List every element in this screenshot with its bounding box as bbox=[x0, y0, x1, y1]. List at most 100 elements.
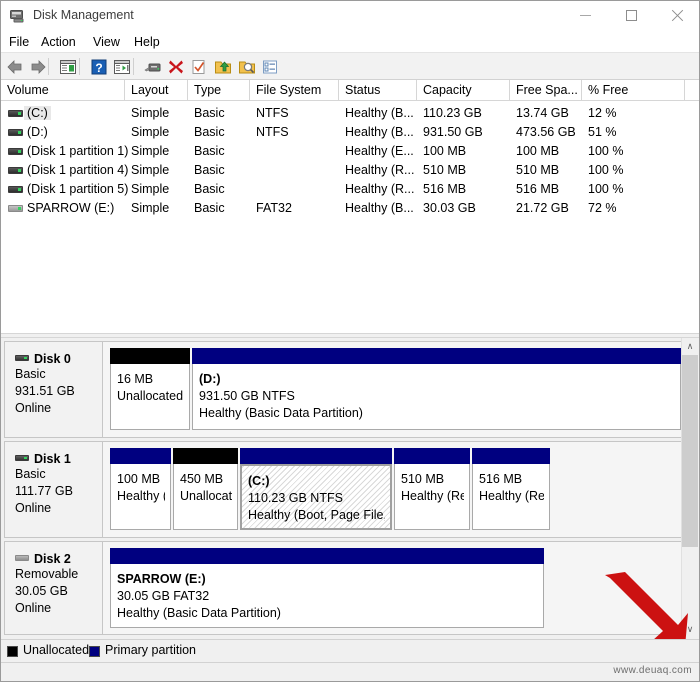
delete-icon bbox=[169, 60, 183, 74]
partition-d[interactable]: (D:) 931.50 GB NTFS Healthy (Basic Data … bbox=[192, 348, 681, 430]
window-title: Disk Management bbox=[33, 8, 134, 22]
volume-type: Basic bbox=[194, 201, 225, 215]
partition-unallocated[interactable]: 450 MB Unallocated bbox=[173, 448, 238, 530]
disk-label-disk-2[interactable]: Disk 2 Removable 30.05 GB Online bbox=[5, 542, 103, 634]
menu-action[interactable]: Action bbox=[35, 34, 82, 50]
column-header-capacity[interactable]: Capacity bbox=[417, 80, 510, 101]
column-header-free-space[interactable]: Free Spa... bbox=[510, 80, 582, 101]
disk-size: 30.05 GB bbox=[15, 584, 68, 598]
list-view-button[interactable] bbox=[260, 57, 280, 77]
partition-disk1-p1[interactable]: 100 MB Healthy ( bbox=[110, 448, 171, 530]
partition-disk1-p4[interactable]: 510 MB Healthy (Recc bbox=[394, 448, 470, 530]
partition-color-bar bbox=[394, 448, 470, 464]
disk-type: Removable bbox=[15, 567, 79, 581]
partition-disk1-p5[interactable]: 516 MB Healthy (Reco bbox=[472, 448, 550, 530]
toolbar-separator bbox=[79, 58, 80, 75]
volume-free: 516 MB bbox=[516, 182, 560, 196]
graphical-pane-scrollbar[interactable]: ∧ ∨ bbox=[681, 338, 698, 638]
table-row[interactable]: (C:) Simple Basic NTFS Healthy (B... 110… bbox=[1, 104, 699, 123]
partition-status: Healthy (Basic Data Partition) bbox=[199, 406, 363, 420]
table-row[interactable]: SPARROW (E:) Simple Basic FAT32 Healthy … bbox=[1, 199, 699, 218]
scrollbar-thumb[interactable] bbox=[682, 355, 698, 547]
column-header-percent-free[interactable]: % Free bbox=[582, 80, 685, 101]
properties-icon bbox=[144, 63, 161, 72]
disk-label-disk-0[interactable]: Disk 0 Basic 931.51 GB Online bbox=[5, 342, 103, 437]
show-hide-action-pane-button[interactable] bbox=[112, 57, 132, 77]
refresh-button[interactable] bbox=[189, 57, 209, 77]
scroll-down-button[interactable]: ∨ bbox=[682, 621, 698, 638]
volume-pct-free: 100 % bbox=[588, 182, 624, 196]
partition-body: 450 MB Unallocated bbox=[173, 464, 238, 530]
disk-label-disk-1[interactable]: Disk 1 Basic 111.77 GB Online bbox=[5, 442, 103, 537]
column-header-volume[interactable]: Volume bbox=[1, 80, 125, 101]
disk-2-partitions: SPARROW (E:) 30.05 GB FAT32 Healthy (Bas… bbox=[104, 542, 681, 634]
back-button[interactable] bbox=[5, 57, 25, 77]
table-row[interactable]: (D:) Simple Basic NTFS Healthy (B... 931… bbox=[1, 123, 699, 142]
table-row[interactable]: (Disk 1 partition 1) Simple Basic Health… bbox=[1, 142, 699, 161]
disk-row-disk-2[interactable]: Disk 2 Removable 30.05 GB Online SPARROW… bbox=[4, 541, 682, 635]
maximize-icon bbox=[625, 10, 637, 21]
volume-layout: Simple bbox=[131, 201, 170, 215]
volume-type: Basic bbox=[194, 144, 225, 158]
minimize-button[interactable] bbox=[562, 1, 608, 30]
volume-capacity: 100 MB bbox=[423, 144, 467, 158]
disk-size: 931.51 GB bbox=[15, 384, 75, 398]
drive-icon bbox=[8, 110, 23, 117]
scroll-up-button[interactable]: ∧ bbox=[682, 338, 698, 355]
svg-text:?: ? bbox=[95, 61, 102, 75]
partition-body: (D:) 931.50 GB NTFS Healthy (Basic Data … bbox=[192, 364, 681, 430]
legend-label-primary-partition: Primary partition bbox=[105, 643, 196, 657]
volume-layout: Simple bbox=[131, 163, 170, 177]
menu-file[interactable]: File bbox=[3, 34, 35, 50]
examine-button[interactable] bbox=[237, 57, 257, 77]
delete-button[interactable] bbox=[166, 57, 186, 77]
column-header-spacer bbox=[685, 80, 699, 101]
close-button[interactable] bbox=[654, 1, 699, 30]
column-header-status[interactable]: Status bbox=[339, 80, 417, 101]
volume-type: Basic bbox=[194, 182, 225, 196]
partition-c-selected[interactable]: (C:) 110.23 GB NTFS Healthy (Boot, Page … bbox=[240, 448, 392, 530]
partition-unallocated[interactable]: 16 MB Unallocated bbox=[110, 348, 190, 430]
forward-button[interactable] bbox=[28, 57, 48, 77]
disk-row-disk-0[interactable]: Disk 0 Basic 931.51 GB Online 16 MB Unal… bbox=[4, 341, 682, 438]
status-bar bbox=[1, 662, 699, 681]
volume-status: Healthy (E... bbox=[345, 144, 414, 158]
show-hide-console-tree-button[interactable] bbox=[58, 57, 78, 77]
column-header-layout[interactable]: Layout bbox=[125, 80, 188, 101]
volume-layout: Simple bbox=[131, 125, 170, 139]
partition-size: 110.23 GB NTFS bbox=[248, 491, 343, 505]
disk-size: 111.77 GB bbox=[15, 484, 73, 498]
partition-color-bar bbox=[192, 348, 681, 364]
table-row[interactable]: (Disk 1 partition 4) Simple Basic Health… bbox=[1, 161, 699, 180]
volume-fs: NTFS bbox=[256, 106, 289, 120]
disk-type: Basic bbox=[15, 367, 46, 381]
rescan-disks-button[interactable] bbox=[213, 57, 233, 77]
menu-help[interactable]: Help bbox=[128, 34, 166, 50]
table-row[interactable]: (Disk 1 partition 5) Simple Basic Health… bbox=[1, 180, 699, 199]
partition-sparrow-e[interactable]: SPARROW (E:) 30.05 GB FAT32 Healthy (Bas… bbox=[110, 548, 544, 628]
properties-button[interactable] bbox=[143, 57, 163, 77]
volume-list-pane: Volume Layout Type File System Status Ca… bbox=[1, 80, 699, 333]
column-header-type[interactable]: Type bbox=[188, 80, 250, 101]
toolbar-separator bbox=[133, 58, 134, 75]
volume-name: (Disk 1 partition 1) bbox=[27, 144, 129, 158]
volume-name: (D:) bbox=[27, 125, 48, 139]
maximize-button[interactable] bbox=[608, 1, 654, 30]
partition-status: Healthy ( bbox=[117, 489, 165, 503]
close-icon bbox=[671, 9, 684, 22]
removable-drive-icon bbox=[8, 205, 23, 212]
menu-view[interactable]: View bbox=[87, 34, 126, 50]
partition-size: 100 MB bbox=[117, 472, 161, 486]
partition-status: Unallocated bbox=[117, 389, 184, 403]
drive-icon bbox=[8, 148, 23, 155]
volume-capacity: 516 MB bbox=[423, 182, 467, 196]
column-header-file-system[interactable]: File System bbox=[250, 80, 339, 101]
help-button[interactable]: ? bbox=[89, 57, 109, 77]
partition-color-bar bbox=[240, 448, 392, 464]
partition-size: 450 MB bbox=[180, 472, 224, 486]
volume-layout: Simple bbox=[131, 182, 170, 196]
disk-row-disk-1[interactable]: Disk 1 Basic 111.77 GB Online 100 MB Hea… bbox=[4, 441, 682, 538]
forward-icon bbox=[31, 60, 46, 74]
show-hide-action-pane-icon bbox=[114, 60, 130, 74]
partition-status: Healthy (Recc bbox=[401, 489, 464, 503]
